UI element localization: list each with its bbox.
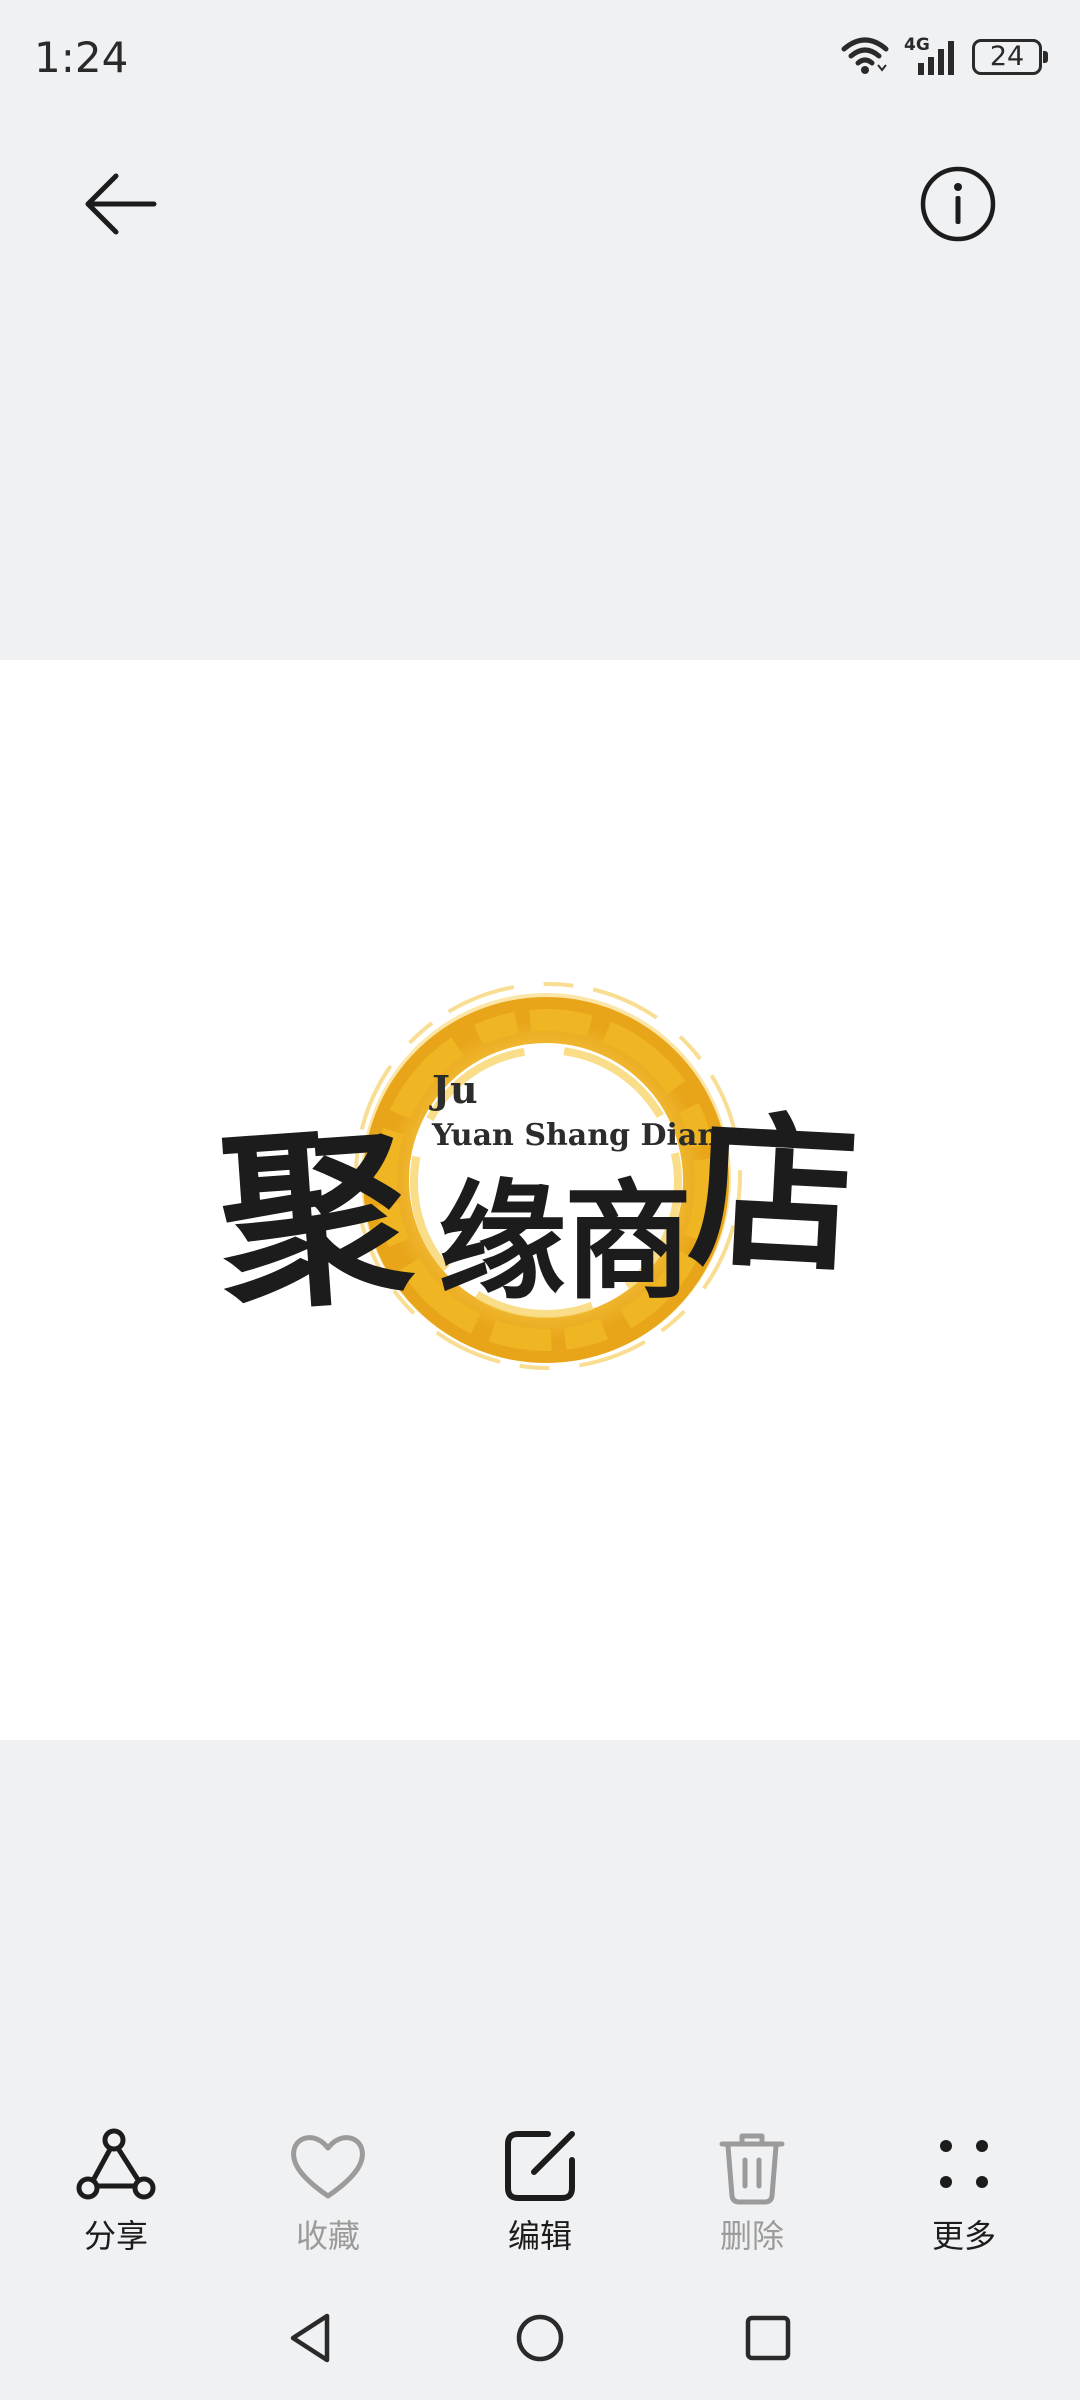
edit-button[interactable]: 编辑 <box>440 2100 640 2255</box>
logo-char-1: 聚 <box>212 1101 418 1338</box>
nav-recents-icon <box>742 2312 794 2368</box>
heart-icon <box>286 2124 370 2208</box>
logo-char-4: 店 <box>684 1090 864 1298</box>
logo-text-en-line2: Yuan Shang Dian <box>432 1118 720 1153</box>
bottom-action-bar: 分享 收藏 编辑 删除 更多 <box>0 2100 1080 2255</box>
nav-home-icon <box>512 2310 568 2370</box>
battery-level: 24 <box>989 41 1025 72</box>
top-app-bar <box>0 116 1080 296</box>
status-icons: 4G 24 <box>840 32 1048 82</box>
more-button[interactable]: 更多 <box>864 2100 1064 2255</box>
status-bar: 1:24 4G 24 <box>0 0 1080 116</box>
trash-icon <box>710 2124 794 2208</box>
back-button[interactable] <box>66 151 176 261</box>
wifi-icon <box>840 35 890 79</box>
edit-icon <box>498 2124 582 2208</box>
nav-back-icon <box>285 2310 335 2370</box>
edit-label: 编辑 <box>507 2217 572 2255</box>
share-icon <box>74 2124 158 2208</box>
nav-recents-button[interactable] <box>723 2300 813 2380</box>
arrow-left-icon <box>84 172 158 240</box>
favorite-label: 收藏 <box>295 2217 360 2255</box>
logo-char-3: 商 <box>564 1167 693 1317</box>
info-button[interactable] <box>898 151 1018 261</box>
system-navigation-bar <box>0 2280 1080 2400</box>
delete-button[interactable]: 删除 <box>652 2100 852 2255</box>
battery-icon: 24 <box>972 39 1048 75</box>
more-icon <box>922 2124 1006 2208</box>
share-button[interactable]: 分享 <box>16 2100 216 2255</box>
delete-label: 删除 <box>719 2217 784 2255</box>
photo-viewer[interactable]: Ju Yuan Shang Dian 聚 缘 商 店 <box>0 660 1080 1740</box>
logo-text-en-line1: Ju <box>432 1067 478 1112</box>
nav-back-button[interactable] <box>265 2300 355 2380</box>
favorite-button[interactable]: 收藏 <box>228 2100 428 2255</box>
info-circle-icon <box>919 165 997 247</box>
share-label: 分享 <box>83 2217 148 2255</box>
logo-char-2: 缘 <box>438 1167 567 1317</box>
store-logo: Ju Yuan Shang Dian 聚 缘 商 店 <box>210 960 870 1400</box>
status-time: 1:24 <box>34 33 129 82</box>
cellular-signal-icon: 4G <box>904 35 958 77</box>
nav-home-button[interactable] <box>495 2300 585 2380</box>
more-label: 更多 <box>931 2217 996 2255</box>
